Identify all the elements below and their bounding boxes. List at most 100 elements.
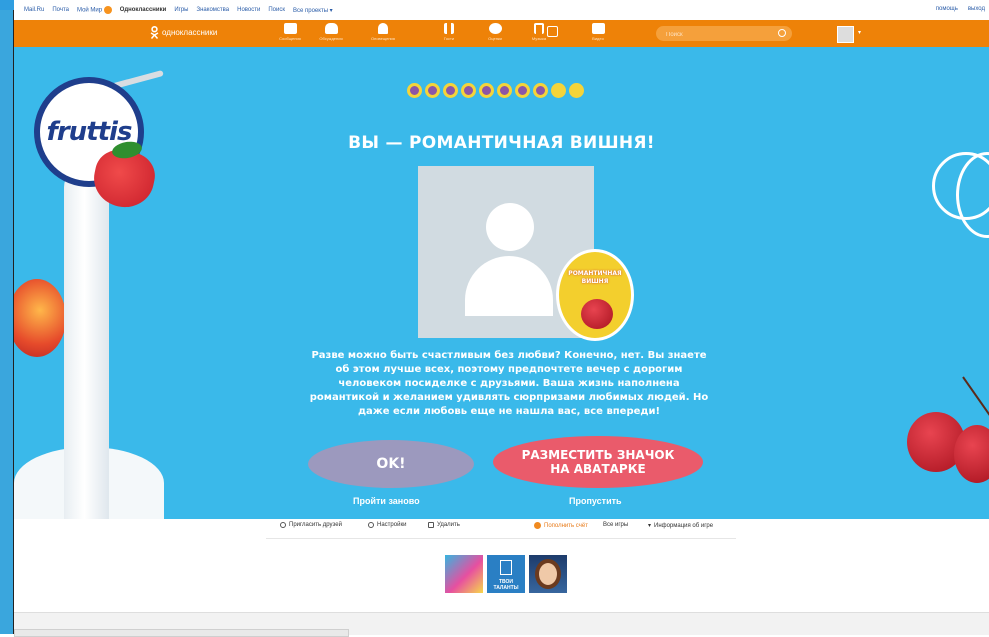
result-description: Разве можно быть счастливым без любви? К… <box>309 350 709 417</box>
trash-icon <box>428 522 434 528</box>
caret-down-icon: ▾ <box>648 523 652 529</box>
discussion-icon <box>324 23 338 34</box>
footprints-icon <box>444 23 454 34</box>
nav-messages[interactable]: Сообщения <box>273 23 307 45</box>
progress-dot <box>425 83 440 98</box>
apple-decoration <box>14 279 66 357</box>
user-avatar[interactable] <box>837 26 854 43</box>
nav-guests-label: Гости <box>443 36 455 41</box>
ok-header: одноклассники Сообщения Обсуждения Опове… <box>14 20 989 47</box>
topbar-link-myworld-label: Мой Мир <box>77 7 103 14</box>
progress-dot <box>515 83 530 98</box>
edit-document-icon <box>500 560 512 575</box>
cherry-icon <box>581 299 613 329</box>
skip-link[interactable]: Пропустить <box>569 496 622 506</box>
ok-button[interactable]: OK! <box>308 440 474 488</box>
result-badge-text: РОМАНТИЧНАЯ ВИШНЯ <box>568 270 622 285</box>
result-badge: РОМАНТИЧНАЯ ВИШНЯ <box>556 249 634 341</box>
logout-link[interactable]: выход <box>968 6 985 12</box>
invite-icon <box>280 522 286 528</box>
cherry-decoration-2 <box>954 425 989 483</box>
search-input[interactable] <box>664 28 778 41</box>
nav-discussions[interactable]: Обсуждения <box>314 23 348 45</box>
nav-ratings-label: Оценки <box>488 36 502 41</box>
result-title: ВЫ — РОМАНТИЧНАЯ ВИШНЯ! <box>348 133 655 153</box>
music-play-button[interactable] <box>546 26 558 48</box>
progress-dot <box>497 83 512 98</box>
nav-discussions-label: Обсуждения <box>319 36 343 41</box>
progress-dot <box>479 83 494 98</box>
thumb-girl[interactable] <box>529 555 567 593</box>
ok-logo-icon <box>150 26 159 39</box>
topbar-link-all-projects[interactable]: Все проекты ▾ <box>293 7 333 14</box>
play-icon <box>546 26 558 37</box>
mailru-topbar: Mail.Ru Почта Мой Мир Одноклассники Игры… <box>14 0 989 20</box>
help-link[interactable]: помощь <box>936 6 958 12</box>
retry-link[interactable]: Пройти заново <box>353 496 420 506</box>
avatar-body-icon <box>465 256 553 316</box>
fill-balance-link[interactable]: Пополнить счёт <box>534 522 588 529</box>
mailru-links: Mail.Ru Почта Мой Мир Одноклассники Игры… <box>24 6 333 14</box>
delete-label: Удалить <box>437 522 460 528</box>
gear-icon <box>368 522 374 528</box>
nav-notifications-label: Оповещения <box>371 36 395 41</box>
game-area: fruttis ВЫ — РОМАНТИЧНАЯ ВИШНЯ! РОМАНТИЧ… <box>14 47 989 519</box>
topbar-link-mail[interactable]: Почта <box>52 7 69 13</box>
topbar-link-search[interactable]: Поиск <box>268 7 285 13</box>
topbar-link-dating[interactable]: Знакомства <box>196 7 229 13</box>
progress-dot <box>551 83 566 98</box>
place-badge-button[interactable]: РАЗМЕСТИТЬ ЗНАЧОК НА АВАТАРКЕ <box>493 436 703 488</box>
topbar-link-mailru[interactable]: Mail.Ru <box>24 7 44 13</box>
topbar-link-myworld[interactable]: Мой Мир <box>77 6 112 14</box>
progress-dot <box>443 83 458 98</box>
game-info-link[interactable]: ▾ Информация об игре <box>648 522 714 530</box>
milk-stream-decoration <box>64 167 109 519</box>
fill-balance-label: Пополнить счёт <box>544 522 588 529</box>
game-info-label: Информация об игре <box>654 522 714 529</box>
progress-dot <box>533 83 548 98</box>
left-edge-strip <box>0 0 14 634</box>
all-games-link[interactable]: Все игры <box>603 522 628 528</box>
thumb-talents[interactable]: ТВОИ ТАЛАНТЫ <box>487 555 525 593</box>
nav-video[interactable]: Видео <box>581 23 615 45</box>
bell-icon <box>378 23 388 34</box>
topbar-link-games[interactable]: Игры <box>174 7 188 13</box>
ok-logo[interactable]: одноклассники <box>150 26 217 39</box>
video-icon <box>591 23 605 34</box>
footer-divider <box>266 538 736 539</box>
delete-link[interactable]: Удалить <box>428 522 460 528</box>
music-icon <box>534 23 544 34</box>
invite-friends-label: Пригласить друзей <box>289 522 342 528</box>
invite-friends-link[interactable]: Пригласить друзей <box>280 522 342 528</box>
ratings-icon <box>488 23 502 34</box>
topbar-right: помощь выход <box>936 6 985 12</box>
ok-brand-text: одноклассники <box>162 28 218 37</box>
settings-link[interactable]: Настройки <box>368 522 406 528</box>
nav-messages-label: Сообщения <box>279 36 301 41</box>
thumb-talents-label: ТВОИ ТАЛАНТЫ <box>493 579 519 591</box>
progress-dot <box>569 83 584 98</box>
notification-badge-icon <box>103 6 112 14</box>
nav-guests[interactable]: Гости <box>432 23 466 45</box>
status-url <box>14 629 349 637</box>
nav-video-label: Видео <box>592 36 604 41</box>
nav-notifications[interactable]: Оповещения <box>366 23 400 45</box>
girl-face-graphic <box>539 563 557 585</box>
progress-dot <box>407 83 422 98</box>
app-footer: Пригласить друзей Настройки Удалить Попо… <box>266 522 736 540</box>
thumb-fruttis[interactable] <box>445 555 483 593</box>
chevron-down-icon[interactable]: ▾ <box>858 29 861 36</box>
progress-dot <box>461 83 476 98</box>
coin-icon <box>534 522 541 529</box>
related-games: ТВОИ ТАЛАНТЫ <box>445 555 567 593</box>
search-icon[interactable] <box>778 29 786 37</box>
mail-icon <box>283 23 297 34</box>
progress-dots <box>407 83 584 98</box>
avatar-head-icon <box>486 203 534 251</box>
settings-label: Настройки <box>377 522 407 528</box>
topbar-link-ok[interactable]: Одноклассники <box>120 7 167 13</box>
browser-status-bar <box>14 612 989 637</box>
cherry-stem-decoration <box>962 376 989 419</box>
nav-ratings[interactable]: Оценки <box>478 23 512 45</box>
topbar-link-news[interactable]: Новости <box>237 7 260 13</box>
